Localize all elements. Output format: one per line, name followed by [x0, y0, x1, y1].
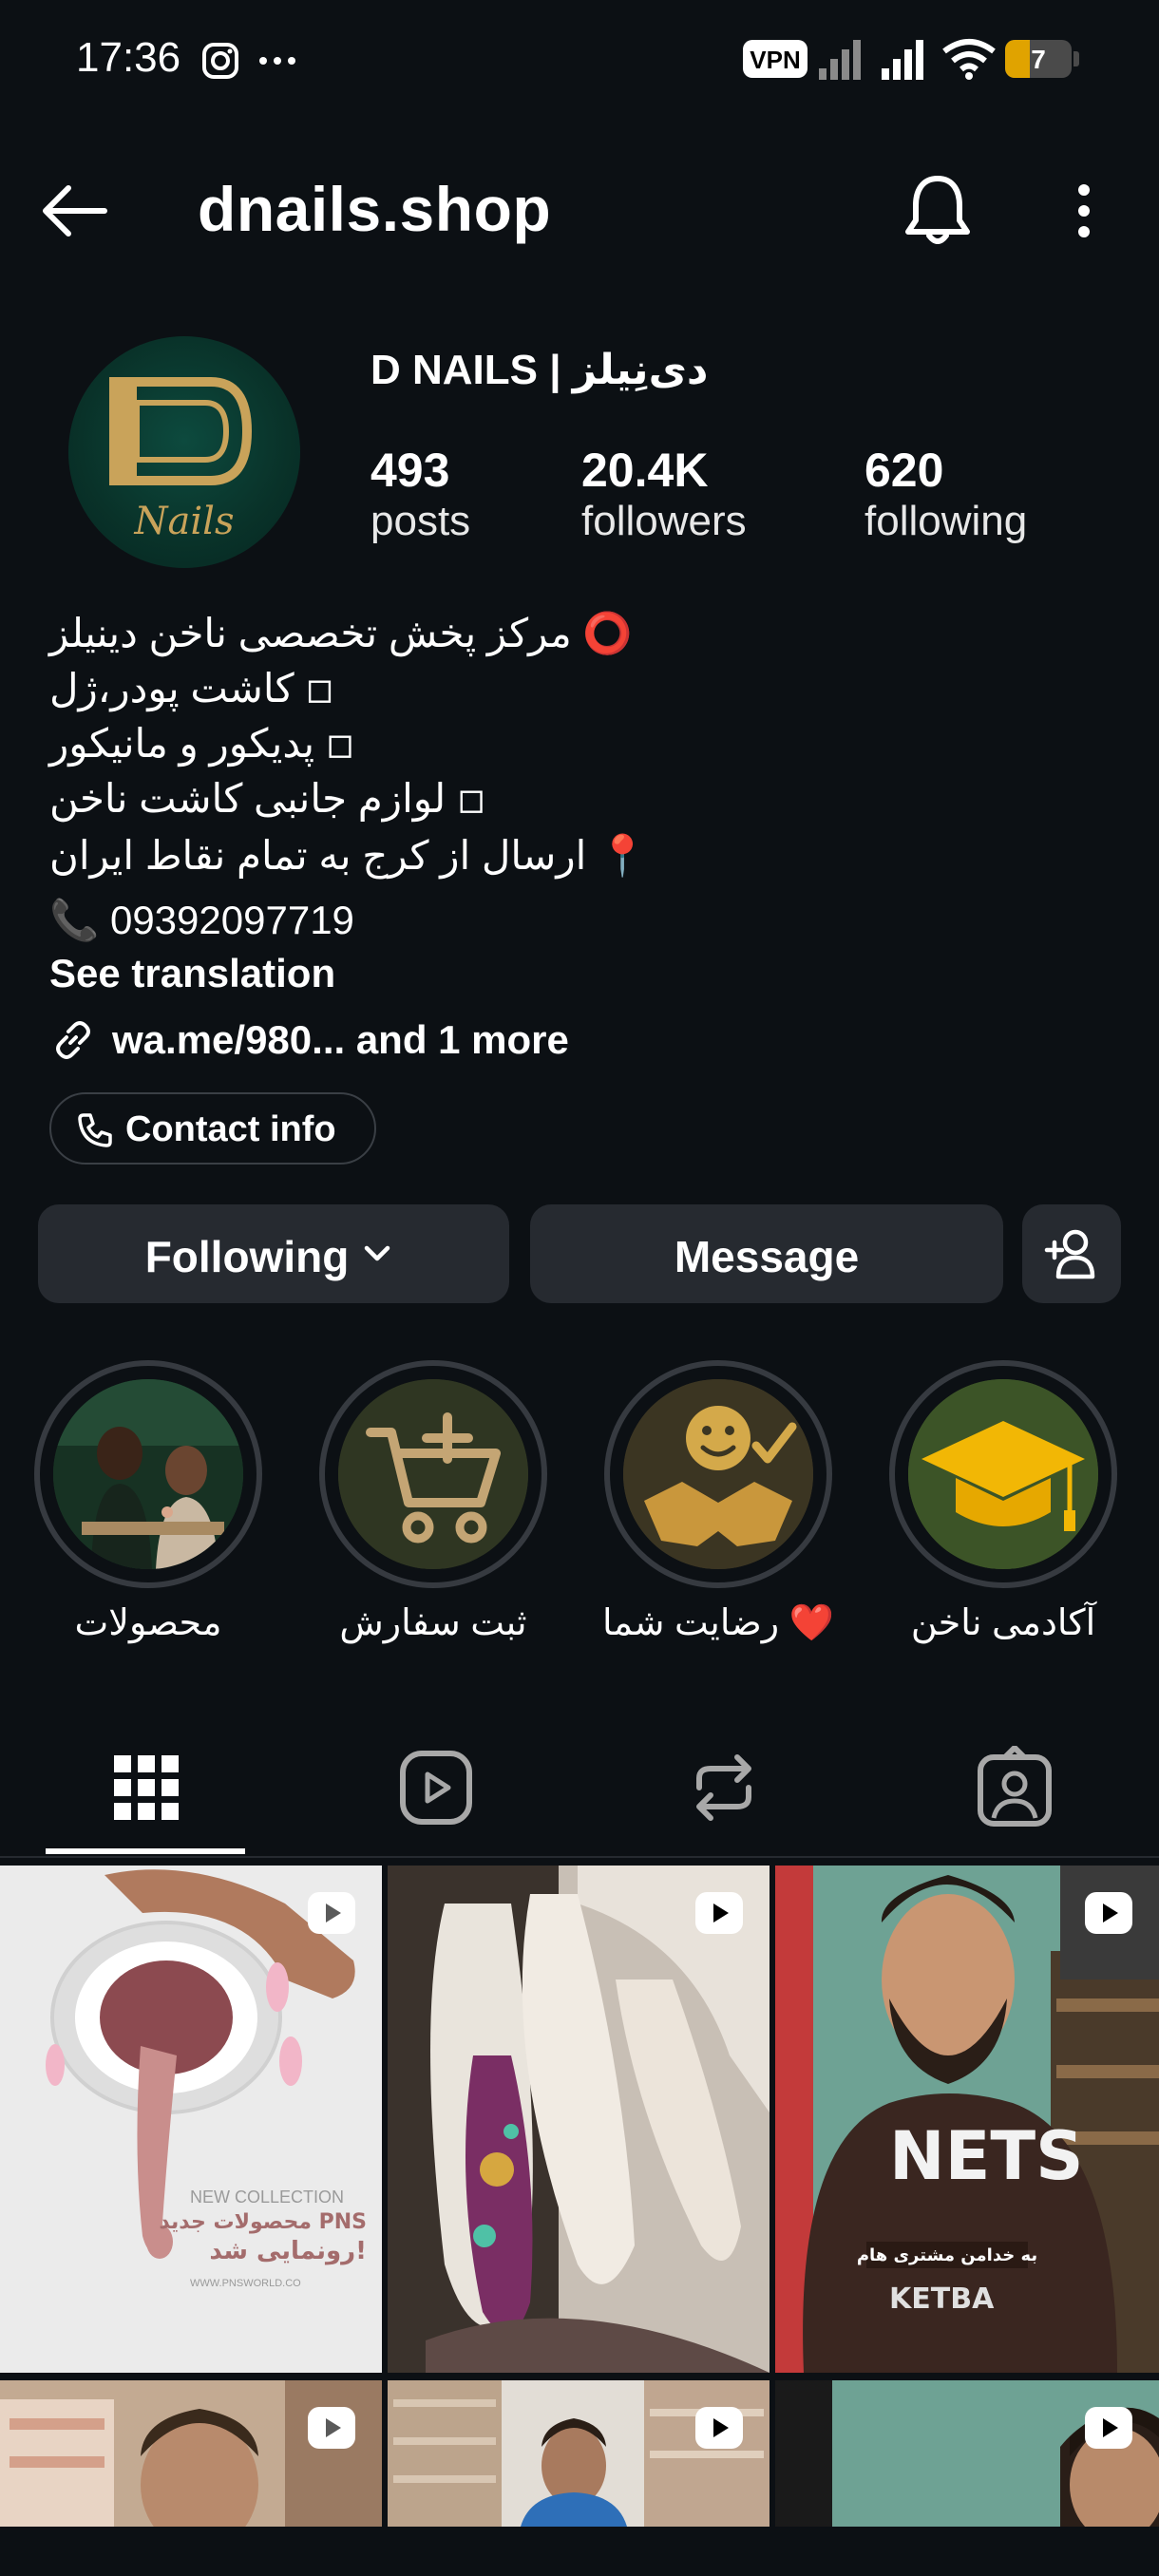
reel-badge-icon [1085, 2407, 1132, 2449]
contact-info-button[interactable]: Contact info [49, 1092, 376, 1165]
vpn-badge: VPN [743, 40, 808, 78]
tile1-caption-3: رونمایی شد! [209, 2237, 367, 2265]
reel-badge-icon [1085, 1892, 1132, 1934]
salon-photo-image [53, 1379, 243, 1569]
highlight-order-label: ثبت سفارش [339, 1603, 527, 1643]
tab-active-indicator [46, 1848, 245, 1854]
phone-icon [78, 1113, 112, 1147]
posts-count: 493 [370, 444, 450, 497]
post-tile-5[interactable] [388, 2380, 770, 2527]
more-vertical-icon[interactable] [1072, 182, 1096, 239]
following-button[interactable]: Following [38, 1204, 509, 1303]
tab-grid-icon[interactable] [89, 1746, 203, 1829]
more-notifications-icon [259, 57, 295, 65]
bio-line-1: ⭕ مرکز پخش تخصصی ناخن دینیلز [49, 611, 633, 655]
post-image-shop-owner: NETS به خدامن مشتری هام KETBA [775, 1866, 1159, 2373]
add-person-icon [1044, 1229, 1095, 1279]
posts-label: posts [370, 498, 471, 544]
highlight-academy-thumbnail [908, 1379, 1098, 1569]
profile-username: dnails.shop [198, 174, 552, 244]
tab-reposts-icon[interactable] [667, 1746, 781, 1829]
following-count: 620 [864, 444, 944, 497]
signal-icon-1 [819, 40, 861, 80]
following-label: Following [144, 1232, 350, 1281]
bio-line-2: ◽ کاشت پودر،ژل [49, 666, 335, 710]
post-tile-3[interactable]: NETS به خدامن مشتری هام KETBA [775, 1866, 1159, 2373]
chevron-down-icon [364, 1245, 390, 1261]
followers-count: 20.4K [581, 444, 709, 497]
status-bar: 17:36 VPN 7 [0, 0, 1159, 114]
svg-text:NETS: NETS [889, 2117, 1084, 2195]
highlight-products-thumbnail [53, 1379, 243, 1569]
tab-tagged-icon[interactable] [958, 1746, 1072, 1829]
back-arrow-icon[interactable] [38, 182, 110, 239]
highlight-products-label: محصولات [74, 1603, 222, 1643]
following-label: following [864, 498, 1028, 544]
stat-posts[interactable]: 493 posts [370, 443, 470, 545]
stat-followers[interactable]: 20.4K followers [581, 443, 747, 545]
display-name: D NAILS | دی‌نِیلز [370, 347, 709, 393]
highlight-academy[interactable] [889, 1360, 1117, 1588]
bell-icon[interactable] [902, 173, 973, 249]
see-translation-link[interactable]: See translation [49, 946, 335, 1001]
reel-badge-icon [695, 1892, 743, 1934]
bio-line-4: ◽ لوازم جانبی کاشت ناخن [49, 776, 486, 821]
reel-badge-icon [695, 2407, 743, 2449]
post-tile-6[interactable] [775, 2380, 1159, 2527]
post-image-video-thumbnail [775, 2380, 1159, 2527]
wifi-icon [942, 39, 996, 80]
followers-label: followers [581, 498, 747, 544]
post-image-store-shelves [388, 2380, 770, 2527]
tab-divider [0, 1856, 1159, 1858]
tile3-caption: به خدامن مشتری هام [857, 2245, 1037, 2265]
svg-text:KETBA: KETBA [889, 2282, 995, 2316]
bio-line-3: ◽ پدیکور و مانیکور [49, 721, 355, 766]
highlight-satisfaction[interactable] [604, 1360, 832, 1588]
tile1-caption-4: WWW.PNSWORLD.CO [190, 2278, 301, 2289]
tile1-caption-1: NEW COLLECTION [190, 2188, 344, 2207]
tile1-caption-2: محصولات جدید PNS [159, 2210, 367, 2234]
tab-reels-icon[interactable] [378, 1746, 492, 1829]
message-label: Message [674, 1232, 860, 1281]
instagram-notification-icon [202, 43, 238, 79]
suggest-users-button[interactable] [1022, 1204, 1121, 1303]
shopping-cart-icon [338, 1379, 528, 1569]
graduation-cap-icon [908, 1379, 1098, 1569]
external-link[interactable]: wa.me/980... and 1 more [112, 1013, 569, 1068]
bio-phone: 📞 09392097719 [49, 898, 354, 942]
link-icon [56, 1021, 90, 1059]
post-tile-4[interactable] [0, 2380, 382, 2527]
contact-info-label: Contact info [125, 1109, 336, 1149]
highlight-academy-label: آکادمی ناخن [910, 1603, 1096, 1643]
post-tile-1[interactable]: NEW COLLECTION محصولات جدید PNS رونمایی … [0, 1866, 382, 2373]
highlight-order[interactable] [319, 1360, 547, 1588]
svg-text:Nails: Nails [134, 500, 235, 543]
status-time: 17:36 [76, 34, 181, 81]
post-image-shop-video [0, 2380, 382, 2527]
highlight-order-thumbnail [338, 1379, 528, 1569]
handshake-smile-icon [623, 1379, 813, 1569]
reel-badge-icon [308, 1892, 355, 1934]
message-button[interactable]: Message [530, 1204, 1003, 1303]
stat-following[interactable]: 620 following [864, 443, 1027, 545]
post-tile-2[interactable] [388, 1866, 770, 2373]
bottom-inset [0, 2527, 1159, 2576]
post-image-pns-gel: NEW COLLECTION محصولات جدید PNS رونمایی … [0, 1866, 382, 2373]
profile-avatar[interactable]: Nails [68, 336, 300, 568]
highlight-products[interactable] [34, 1360, 262, 1588]
reel-badge-icon [308, 2407, 355, 2449]
highlight-satisfaction-label: رضایت شما ❤️ [602, 1603, 834, 1643]
post-image-nail-art [388, 1866, 770, 2373]
battery-icon: 7 [1005, 40, 1079, 78]
dnails-logo: Nails [109, 377, 253, 543]
highlight-satisfaction-thumbnail [623, 1379, 813, 1569]
bio-line-5: 📍 ارسال از کرج به تمام نقاط ایران [49, 833, 648, 878]
signal-icon-2 [882, 40, 923, 80]
